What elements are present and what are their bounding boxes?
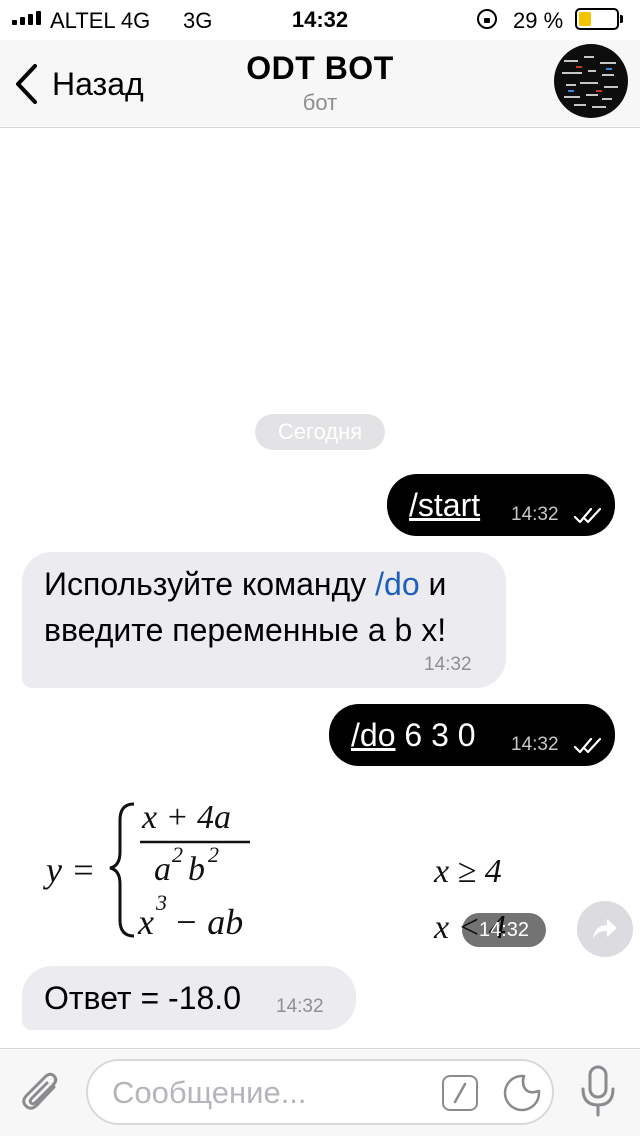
slash-icon xyxy=(453,1082,467,1104)
message-time: 14:32 xyxy=(511,504,559,525)
message-text-line: /do 6 3 0 xyxy=(351,717,476,754)
message-text-line1: Используйте команду /do и xyxy=(44,566,446,603)
microphone-icon[interactable] xyxy=(580,1065,616,1119)
command-link[interactable]: /do xyxy=(375,566,419,602)
message-text: 6 3 0 xyxy=(395,717,476,753)
message-placeholder: Сообщение... xyxy=(112,1075,307,1110)
command-link[interactable]: /do xyxy=(351,717,395,753)
message-incoming[interactable]: Ответ = -18.0 14:32 xyxy=(22,966,356,1030)
avatar-pattern-icon xyxy=(562,56,618,108)
share-arrow-icon xyxy=(593,919,617,939)
command-link[interactable]: /start xyxy=(409,487,480,524)
share-button[interactable] xyxy=(577,901,633,957)
date-separator: Сегодня xyxy=(255,414,385,450)
chat-title[interactable]: ODT BOT xyxy=(0,50,640,87)
message-time: 14:32 xyxy=(424,654,472,675)
double-check-icon xyxy=(573,737,602,754)
chat-subtitle: бот xyxy=(302,90,338,115)
message-text: Ответ = -18.0 xyxy=(44,980,241,1016)
message-time: 14:32 xyxy=(276,996,324,1017)
message-incoming[interactable]: Используйте команду /do и введите переме… xyxy=(22,552,506,688)
formula-exponent: 3 xyxy=(155,890,167,915)
image-time-badge: 14:32 xyxy=(462,913,546,947)
formula-denominator-a: a xyxy=(154,851,171,888)
bot-avatar[interactable] xyxy=(554,44,628,118)
message-outgoing[interactable]: /do 6 3 0 14:32 xyxy=(329,704,615,766)
bot-commands-button[interactable] xyxy=(442,1075,478,1111)
message-input-bar: Сообщение... xyxy=(0,1048,640,1136)
battery-icon xyxy=(575,8,623,30)
chat-header: Назад ODT BOT бот xyxy=(0,40,640,128)
message-text-line2: введите переменные a b x! xyxy=(44,612,447,648)
message-outgoing[interactable]: /start 14:32 xyxy=(387,474,615,536)
message-time: 14:32 xyxy=(511,734,559,755)
formula-row2-rest: − ab xyxy=(174,902,243,942)
formula-exponent: 2 xyxy=(172,842,183,867)
formula-denominator-b: b xyxy=(188,851,205,888)
battery-percent: 29 % xyxy=(513,8,564,33)
status-bar: ALTEL 4G 3G 14:32 29 % xyxy=(0,0,640,40)
message-input[interactable]: Сообщение... xyxy=(86,1059,554,1125)
paperclip-icon[interactable] xyxy=(18,1069,64,1119)
formula-condition-1: x ≥ 4 xyxy=(433,853,502,890)
formula-lhs: y = xyxy=(43,850,95,890)
formula-exponent: 2 xyxy=(208,842,219,867)
formula-row2-base: x xyxy=(137,902,154,942)
message-text: и xyxy=(419,566,447,602)
sticker-icon[interactable] xyxy=(502,1073,542,1113)
orientation-lock-icon xyxy=(477,9,497,29)
message-text: Используйте команду xyxy=(44,566,376,602)
double-check-icon xyxy=(573,507,602,524)
formula-numerator: x + 4a xyxy=(141,799,231,836)
